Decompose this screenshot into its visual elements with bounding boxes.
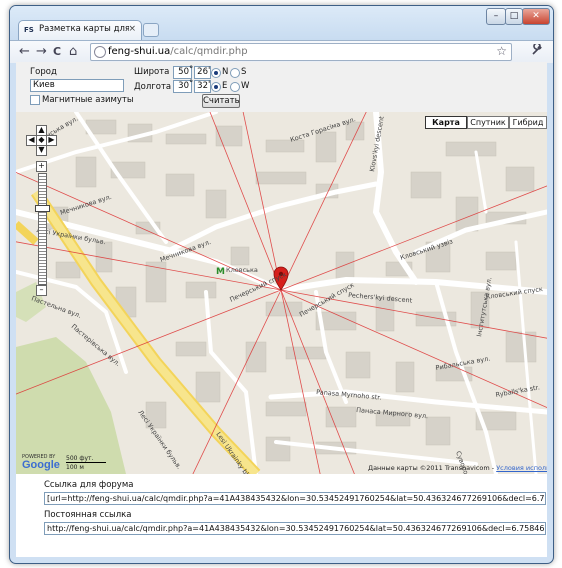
street-label: Кловська: [226, 266, 258, 274]
north-label: N: [222, 67, 229, 77]
minute-symbol: ': [208, 80, 211, 90]
page-content: Город Киев Магнитные азимуты Широта 50 °…: [16, 62, 547, 557]
reload-icon[interactable]: C: [53, 44, 61, 59]
back-icon[interactable]: ←: [19, 44, 30, 59]
forum-link-label: Ссылка для форума: [44, 480, 134, 490]
degree-symbol: °: [189, 79, 194, 89]
site-favicon-icon: FS: [24, 26, 34, 34]
map-view[interactable]: M Ланська вул. Коста Горасіма вул. Klovs…: [16, 112, 547, 474]
magnetic-azimuth-label: Магнитные азимуты: [42, 95, 134, 105]
url-path: /calc/qmdir.php: [170, 46, 248, 57]
latitude-label: Широта: [134, 67, 170, 77]
browser-toolbar: ← → C ⌂ feng-shui.ua/calc/qmdir.php ☆: [10, 40, 553, 63]
zoom-slider-handle[interactable]: [35, 205, 50, 212]
zoom-in-button[interactable]: +: [36, 161, 47, 172]
address-bar[interactable]: feng-shui.ua/calc/qmdir.php ☆: [90, 43, 512, 61]
longitude-label: Долгота: [134, 82, 172, 92]
title-bar: FS Разметка карты для Ци ... × – □ ✕: [10, 6, 553, 42]
scale-meters: 100 м: [66, 464, 84, 471]
west-radio[interactable]: [230, 82, 240, 92]
city-input[interactable]: Киев: [30, 79, 124, 92]
pan-right-icon[interactable]: ▶: [46, 135, 57, 146]
south-label: S: [241, 67, 247, 77]
globe-icon: [94, 46, 106, 58]
degree-symbol: °: [189, 65, 194, 75]
map-type-map-button[interactable]: Карта: [425, 116, 467, 129]
pan-down-icon[interactable]: ▼: [36, 145, 47, 156]
bookmark-star-icon[interactable]: ☆: [496, 44, 507, 58]
new-tab-button[interactable]: [143, 23, 159, 37]
permanent-link-input[interactable]: http://feng-shui.ua/calc/qmdir.php?a=41A…: [44, 522, 546, 535]
tab-close-icon[interactable]: ×: [128, 24, 136, 34]
zoom-slider[interactable]: [38, 173, 47, 285]
google-logo[interactable]: Google: [22, 459, 60, 471]
north-radio[interactable]: [211, 68, 221, 78]
browser-window: FS Разметка карты для Ци ... × – □ ✕ ← →…: [9, 5, 554, 564]
map-type-satellite-button[interactable]: Спутник: [467, 116, 509, 129]
calculate-button[interactable]: Считать: [202, 94, 240, 108]
permanent-link-label: Постоянная ссылка: [44, 510, 132, 520]
city-label: Город: [30, 67, 57, 77]
url-host: feng-shui.ua: [108, 46, 171, 57]
magnetic-azimuth-checkbox[interactable]: [30, 95, 40, 105]
zoom-out-button[interactable]: –: [36, 285, 47, 296]
minute-symbol: ': [208, 66, 211, 76]
forward-icon[interactable]: →: [36, 44, 47, 59]
close-window-button[interactable]: ✕: [522, 8, 550, 25]
browser-tab[interactable]: FS Разметка карты для Ци ... ×: [18, 20, 142, 40]
map-type-hybrid-button[interactable]: Гибрид: [509, 116, 547, 129]
maximize-button[interactable]: □: [505, 8, 523, 25]
terms-link[interactable]: Условия использования: [496, 464, 547, 472]
map-copyright: Данные карты ©2011 Transnavicom - Услови…: [368, 464, 547, 472]
scale-feet: 500 фут.: [66, 455, 106, 463]
west-label: W: [241, 81, 250, 91]
forum-link-input[interactable]: [url=http://feng-shui.ua/calc/qmdir.php?…: [44, 492, 546, 505]
tab-title: Разметка карты для Ци ...: [39, 24, 129, 34]
coordinates-form: Город Киев Магнитные азимуты Широта 50 °…: [16, 62, 547, 112]
map-canvas: M Ланська вул. Коста Горасіма вул. Klovs…: [16, 112, 547, 474]
wrench-menu-icon[interactable]: [531, 42, 543, 59]
east-label: E: [222, 81, 228, 91]
home-icon[interactable]: ⌂: [69, 44, 77, 59]
south-radio[interactable]: [230, 68, 240, 78]
metro-icon: M: [216, 267, 225, 277]
minimize-button[interactable]: –: [486, 8, 506, 25]
east-radio[interactable]: [211, 82, 221, 92]
link-section: Ссылка для форума [url=http://feng-shui.…: [16, 474, 547, 557]
